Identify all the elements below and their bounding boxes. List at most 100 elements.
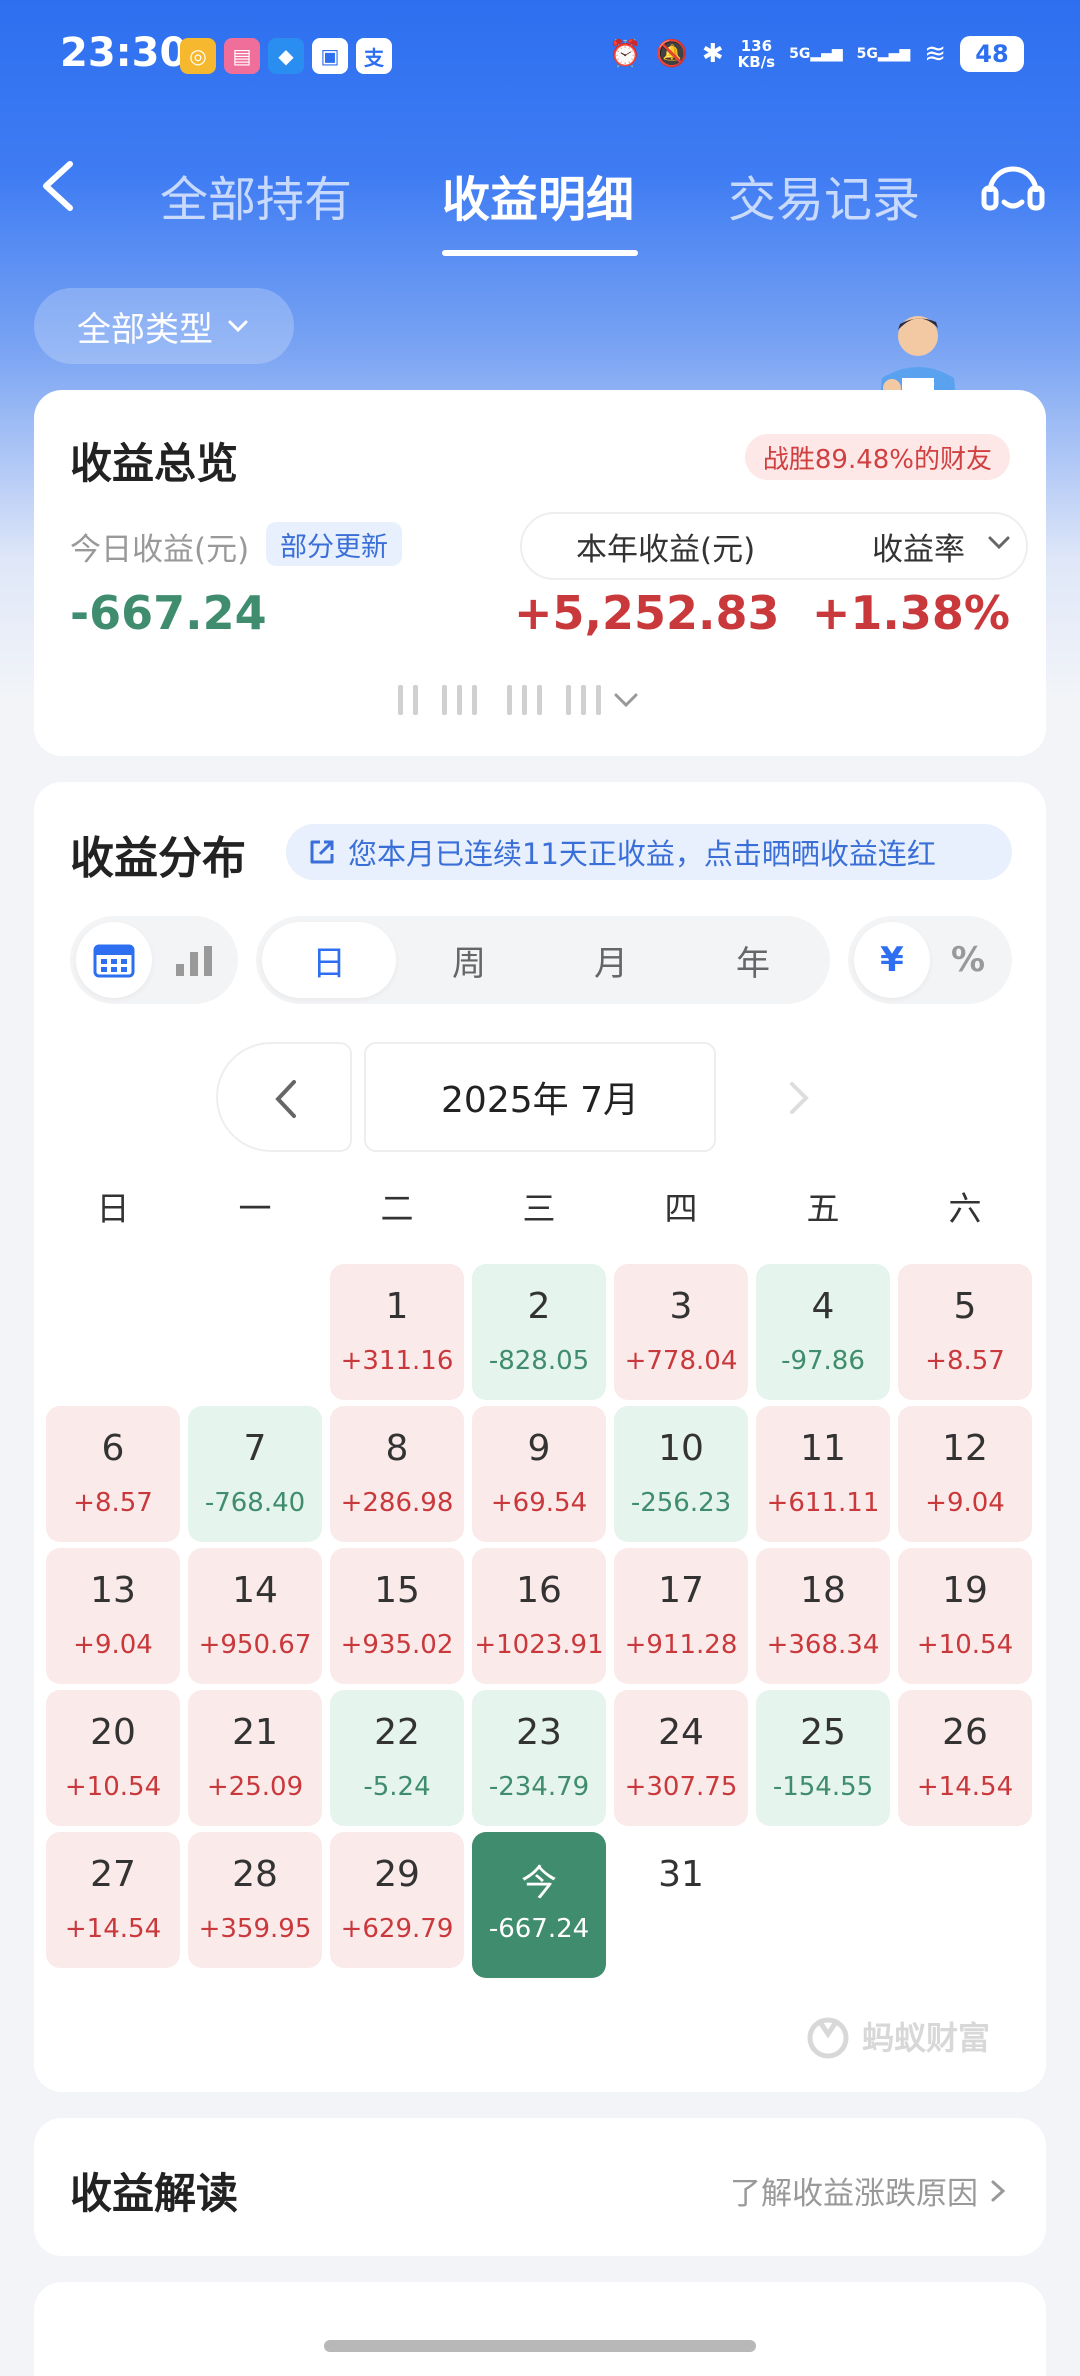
unit-percent-button[interactable]: % (930, 922, 1006, 998)
calendar-day[interactable]: 23 -234.79 (472, 1690, 606, 1826)
calendar-day[interactable]: 10 -256.23 (614, 1406, 748, 1542)
year-earnings-value: +5,252.83 (514, 586, 780, 640)
calendar-day[interactable]: 21 +25.09 (188, 1690, 322, 1826)
calendar-day-number: 3 (669, 1286, 693, 1327)
calendar-day-number: 24 (658, 1712, 704, 1753)
calendar-day[interactable]: 25 -154.55 (756, 1690, 890, 1826)
tab-earnings-detail[interactable]: 收益明细 (442, 160, 634, 230)
calendar-day[interactable]: 29 +629.79 (330, 1832, 464, 1968)
rank-badge[interactable]: 战胜89.48%的财友 (744, 434, 1010, 480)
calendar-day-earnings: +778.04 (624, 1346, 738, 1376)
today-earnings-label: 今日收益(元) (70, 532, 250, 568)
year-earnings-label: 本年收益(元) (576, 532, 756, 568)
calendar-day-earnings: +950.67 (198, 1630, 312, 1660)
calendar-day[interactable]: 4 -97.86 (756, 1264, 890, 1400)
bar-chart-view-button[interactable] (156, 922, 232, 998)
calendar-day[interactable]: 13 +9.04 (46, 1548, 180, 1684)
calendar-day-number: 4 (811, 1286, 835, 1327)
calendar-day[interactable]: 12 +9.04 (898, 1406, 1032, 1542)
calendar-day-earnings: -154.55 (772, 1772, 874, 1802)
status-bar: 23:30 ◎ ▤ ◆ ▣ 支 ⏰ 🔕 ✱ 136 KB/s 5G▂▄▆ 5G▂… (0, 0, 1080, 120)
calendar-day[interactable]: 31 (614, 1832, 748, 1968)
calendar-day[interactable]: 1 +311.16 (330, 1264, 464, 1400)
calendar-day-number: 12 (942, 1428, 988, 1469)
calendar-day[interactable]: 16 +1023.91 (472, 1548, 606, 1684)
home-indicator[interactable] (324, 2340, 756, 2352)
calendar-day-earnings: +69.54 (490, 1488, 588, 1518)
calendar-day[interactable]: 27 +14.54 (46, 1832, 180, 1968)
calendar-day-number: 29 (374, 1854, 420, 1895)
calendar-day[interactable]: 19 +10.54 (898, 1548, 1032, 1684)
calendar-day-earnings: +25.09 (206, 1772, 304, 1802)
brand-watermark: 蚂蚁财富 (804, 2012, 990, 2060)
calendar-day-number: 10 (658, 1428, 704, 1469)
calendar-day[interactable]: 28 +359.95 (188, 1832, 322, 1968)
weekday-header: 四 (664, 1189, 698, 1228)
chevron-down-icon (614, 693, 638, 708)
calendar-day[interactable]: 8 +286.98 (330, 1406, 464, 1542)
calendar-day-number: 26 (942, 1712, 988, 1753)
period-day-button[interactable]: 日 (262, 922, 396, 998)
calendar-day[interactable]: 20 +10.54 (46, 1690, 180, 1826)
calendar-day-number: 16 (516, 1570, 562, 1611)
calendar-day[interactable]: 7 -768.40 (188, 1406, 322, 1542)
wifi-icon: ≋ (924, 39, 946, 69)
calendar-day-earnings: +10.54 (916, 1630, 1014, 1660)
customer-service-icon[interactable] (978, 152, 1048, 222)
calendar-day[interactable]: 6 +8.57 (46, 1406, 180, 1542)
streak-share-banner[interactable]: 您本月已连续11天正收益，点击晒晒收益连红 (286, 824, 1012, 880)
calendar-day-number: 27 (90, 1854, 136, 1895)
calendar-day-earnings: -256.23 (630, 1488, 732, 1518)
month-label[interactable]: 2025年 7月 (364, 1042, 716, 1152)
calendar-day-number: 1 (385, 1286, 409, 1327)
tab-transactions[interactable]: 交易记录 (728, 160, 920, 230)
partial-update-tag[interactable]: 部分更新 (266, 522, 402, 566)
period-year-button[interactable]: 年 (686, 922, 820, 998)
calendar-day-earnings: +611.11 (766, 1488, 880, 1518)
overview-title: 收益总览 (70, 439, 239, 488)
calendar-day-number: 31 (658, 1854, 704, 1895)
unit-toggle: ¥ % (848, 916, 1012, 1004)
calendar-day[interactable]: 22 -5.24 (330, 1690, 464, 1826)
share-icon (310, 840, 334, 864)
calendar-day-number: 今 (520, 1863, 557, 1904)
weekday-header: 三 (522, 1189, 556, 1228)
tab-all-holdings[interactable]: 全部持有 (160, 160, 352, 230)
today-earnings-value: -667.24 (70, 586, 267, 640)
next-month-button[interactable] (778, 1078, 818, 1118)
calendar-day-number: 23 (516, 1712, 562, 1753)
interpret-link[interactable]: 了解收益涨跌原因 (730, 2168, 1010, 2213)
weekday-header: 一 (238, 1189, 272, 1228)
earnings-interpretation-card[interactable]: 收益解读 了解收益涨跌原因 (34, 2118, 1046, 2256)
prev-month-button[interactable] (216, 1042, 352, 1152)
calendar-day-earnings: -828.05 (488, 1346, 590, 1376)
calendar-day-earnings: -234.79 (488, 1772, 590, 1802)
back-icon[interactable] (34, 156, 84, 216)
calendar-day[interactable]: 26 +14.54 (898, 1690, 1032, 1826)
calendar-day[interactable]: 24 +307.75 (614, 1690, 748, 1826)
calendar-day-earnings: +359.95 (198, 1914, 312, 1944)
calendar-view-button[interactable] (76, 922, 152, 998)
calendar-day[interactable]: 18 +368.34 (756, 1548, 890, 1684)
unit-amount-button[interactable]: ¥ (854, 922, 930, 998)
calendar-day[interactable]: 11 +611.11 (756, 1406, 890, 1542)
period-month-button[interactable]: 月 (544, 922, 678, 998)
return-rate-label[interactable]: 收益率 (872, 524, 965, 569)
chevron-down-icon[interactable] (985, 528, 1013, 556)
calendar-day-earnings: +911.28 (624, 1630, 738, 1660)
calendar-day[interactable]: 17 +911.28 (614, 1548, 748, 1684)
expand-overview[interactable] (398, 680, 718, 720)
calendar-day[interactable]: 3 +778.04 (614, 1264, 748, 1400)
period-week-button[interactable]: 周 (402, 922, 536, 998)
calendar-day-number: 9 (527, 1428, 551, 1469)
chevron-right-icon (991, 2180, 1006, 2201)
calendar-day[interactable]: 14 +950.67 (188, 1548, 322, 1684)
streak-tip-text: 您本月已连续11天正收益，点击晒晒收益连红 (348, 837, 936, 871)
type-filter-dropdown[interactable]: 全部类型 (34, 288, 294, 364)
signal-icon-1: 5G▂▄▆ (789, 46, 843, 62)
calendar-day[interactable]: 5 +8.57 (898, 1264, 1032, 1400)
calendar-day[interactable]: 9 +69.54 (472, 1406, 606, 1542)
calendar-day[interactable]: 15 +935.02 (330, 1548, 464, 1684)
calendar-day[interactable]: 2 -828.05 (472, 1264, 606, 1400)
calendar-day-today[interactable]: 今 -667.24 (472, 1832, 606, 1978)
